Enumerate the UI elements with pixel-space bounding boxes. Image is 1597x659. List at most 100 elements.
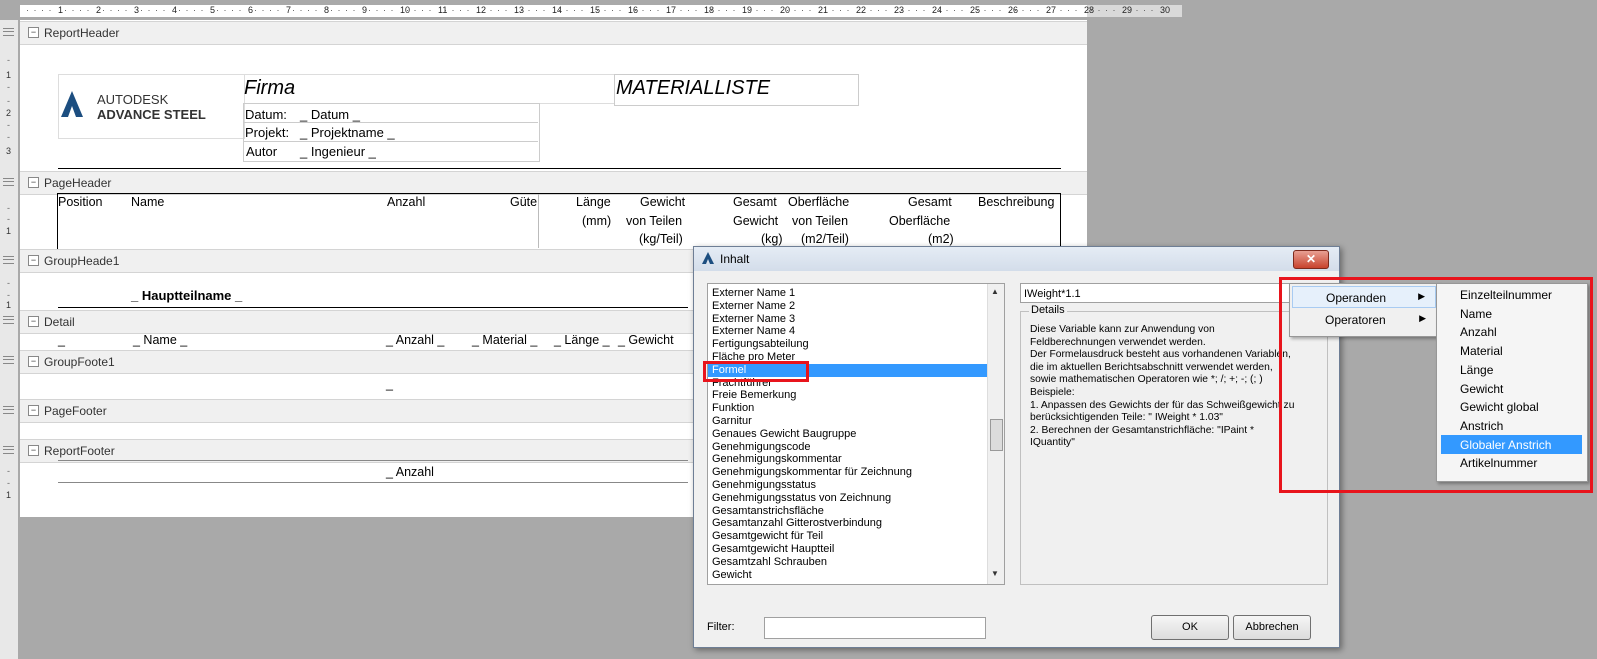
col-laenge-unit: (mm) xyxy=(582,214,612,228)
col-anzahl[interactable]: Anzahl xyxy=(387,195,425,209)
col-position[interactable]: Position xyxy=(58,195,102,209)
dialog-title-bar[interactable]: Inhalt ✕ xyxy=(694,247,1339,271)
ok-button[interactable]: OK xyxy=(1151,615,1229,640)
band-page-header[interactable]: − PageHeader xyxy=(20,171,1087,195)
datum-label: Datum: xyxy=(245,107,287,122)
list-item[interactable]: Externer Name 4 xyxy=(712,325,795,338)
collapse-icon[interactable]: − xyxy=(28,356,39,367)
list-item[interactable]: Gesamtanzahl Gitterostverbindung xyxy=(712,517,882,530)
band-grip-icon[interactable] xyxy=(3,256,14,264)
collapse-icon[interactable]: − xyxy=(28,316,39,327)
ruler-number: 1 xyxy=(6,490,12,500)
list-item[interactable]: Gesamtgewicht Hauptteil xyxy=(712,543,834,556)
col-gesamt-gewicht[interactable]: Gesamt xyxy=(733,195,777,209)
list-scrollbar[interactable]: ▲ ▼ xyxy=(987,284,1004,584)
list-item[interactable]: Gesamtzahl Schrauben xyxy=(712,556,827,569)
variable-list[interactable]: Externer Name 1 Externer Name 2 Externer N… xyxy=(707,283,1005,585)
ruler-subtick: · · · · xyxy=(102,5,129,15)
autor-field[interactable]: _ Ingenieur _ xyxy=(300,144,376,159)
ruler-number: 3 xyxy=(134,5,140,15)
band-grip-icon[interactable] xyxy=(3,28,14,36)
list-item[interactable]: Genehmigungscode xyxy=(712,441,810,454)
detail-gewicht-field[interactable]: _ Gewicht xyxy=(618,333,674,347)
autodesk-logo-icon xyxy=(61,91,83,117)
footer-rule xyxy=(58,482,688,483)
logo-box[interactable]: AUTODESK ADVANCE STEEL xyxy=(58,74,245,139)
col-gesamt-oberflaeche-line2: Oberfläche xyxy=(889,214,951,228)
band-grip-icon[interactable] xyxy=(3,316,14,324)
col-name[interactable]: Name xyxy=(131,195,164,209)
band-grip-icon[interactable] xyxy=(3,406,14,414)
list-item[interactable]: Freie Bemerkung xyxy=(712,389,796,402)
ruler-subtick: · · · · xyxy=(64,5,91,15)
vertical-ruler: - 1 - - 2 - - 3 - - 1 - - 1 - - 1 xyxy=(0,20,18,659)
cancel-button[interactable]: Abbrechen xyxy=(1233,615,1311,640)
ruler-subtick: · · · · xyxy=(368,5,395,15)
ruler-mark: - xyxy=(7,82,10,92)
hauptteilname-field[interactable]: _ Hauptteilname _ xyxy=(131,288,242,303)
ruler-subtick: · · · · xyxy=(482,5,509,15)
list-item[interactable]: Genehmigungsstatus von Zeichnung xyxy=(712,492,891,505)
collapse-icon[interactable]: − xyxy=(28,405,39,416)
col-gewicht[interactable]: Gewicht xyxy=(640,195,685,209)
ruler-subtick: · · · · xyxy=(672,5,699,15)
list-item[interactable]: Gesamtgewicht für Teil xyxy=(712,530,823,543)
list-item[interactable]: Genehmigungskommentar für Zeichnung xyxy=(712,466,912,479)
ruler-mark: - xyxy=(7,290,10,300)
datum-field[interactable]: _ Datum _ xyxy=(300,107,360,122)
list-item[interactable]: Genehmigungsstatus xyxy=(712,479,816,492)
list-item[interactable]: Externer Name 3 xyxy=(712,313,795,326)
col-beschreibung[interactable]: Beschreibung xyxy=(978,195,1054,209)
scroll-thumb[interactable] xyxy=(990,419,1003,451)
col-oberflaeche-line2: von Teilen xyxy=(792,214,849,228)
band-label: PageHeader xyxy=(44,176,112,190)
detail-position-field[interactable]: _ xyxy=(58,333,65,347)
dialog-title: Inhalt xyxy=(720,252,750,266)
col-guete[interactable]: Güte xyxy=(510,195,537,209)
ruler-mark: - xyxy=(7,478,10,488)
footer-anzahl-field[interactable]: _ Anzahl xyxy=(386,465,434,479)
band-report-header[interactable]: − ReportHeader xyxy=(20,21,1087,45)
col-oberflaeche[interactable]: Oberfläche xyxy=(788,195,849,209)
filter-input[interactable] xyxy=(764,617,986,639)
ruler-number: 1 xyxy=(6,300,12,310)
list-item[interactable]: Genehmigungskommentar xyxy=(712,453,842,466)
projekt-label: Projekt: xyxy=(245,125,290,140)
ruler-subtick: · · · · xyxy=(520,5,547,15)
col-laenge[interactable]: Länge xyxy=(576,195,611,209)
ruler-number: 6 xyxy=(248,5,254,15)
app-icon xyxy=(702,252,714,264)
collapse-icon[interactable]: − xyxy=(28,445,39,456)
detail-name-field[interactable]: _ Name _ xyxy=(133,333,187,347)
list-item[interactable]: Gewicht xyxy=(712,569,752,582)
detail-laenge-field[interactable]: _ Länge _ xyxy=(554,333,610,347)
list-item[interactable]: Funktion xyxy=(712,402,754,415)
list-item[interactable]: Genaues Gewicht Baugruppe xyxy=(712,428,856,441)
ruler-subtick: · · · · xyxy=(862,5,889,15)
list-item[interactable]: Fertigungsabteilung xyxy=(712,338,809,351)
ruler-subtick: · · · · xyxy=(824,5,851,15)
list-item[interactable]: Externer Name 1 xyxy=(712,287,795,300)
col-gesamt-oberflaeche[interactable]: Gesamt xyxy=(908,195,952,209)
scroll-up-icon[interactable]: ▲ xyxy=(991,287,999,296)
collapse-icon[interactable]: − xyxy=(28,27,39,38)
band-grip-icon[interactable] xyxy=(3,178,14,186)
scroll-down-icon[interactable]: ▼ xyxy=(991,569,999,578)
ruler-number: 30 xyxy=(1160,5,1171,15)
band-grip-icon[interactable] xyxy=(3,446,14,454)
list-item[interactable]: Garnitur xyxy=(712,415,752,428)
group-footer-field[interactable]: _ xyxy=(386,377,393,391)
projekt-field[interactable]: _ Projektname _ xyxy=(300,125,395,140)
band-grip-icon[interactable] xyxy=(3,356,14,364)
collapse-icon[interactable]: − xyxy=(28,177,39,188)
band-label: Detail xyxy=(44,315,75,329)
close-icon[interactable]: ✕ xyxy=(1293,250,1329,269)
detail-anzahl-field[interactable]: _ Anzahl _ xyxy=(386,333,444,347)
details-text: Diese Variable kann zur Anwendung von Fe… xyxy=(1030,324,1295,449)
detail-material-field[interactable]: _ Material _ xyxy=(472,333,537,347)
list-item[interactable]: Externer Name 2 xyxy=(712,300,795,313)
ruler-mark: - xyxy=(7,55,10,65)
list-item[interactable]: Gesamtanstrichsfläche xyxy=(712,505,824,518)
collapse-icon[interactable]: − xyxy=(28,255,39,266)
ruler-subtick: · · · · xyxy=(900,5,927,15)
